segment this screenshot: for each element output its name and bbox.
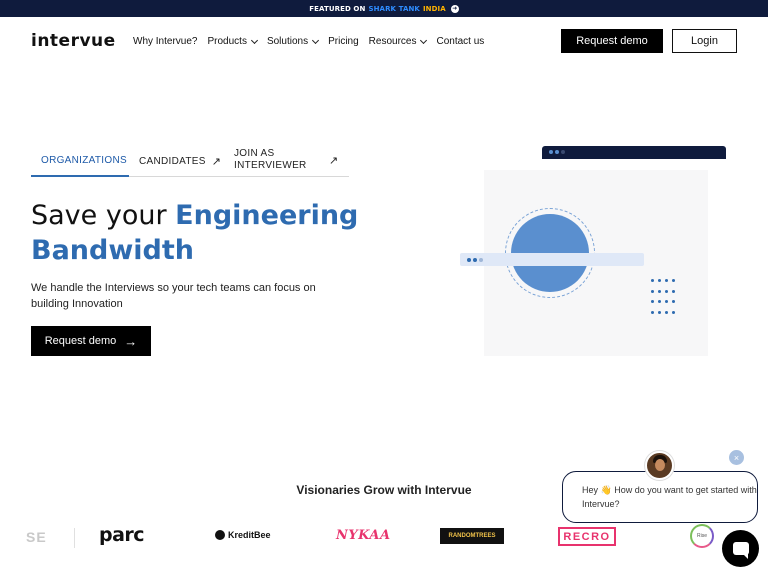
headline-accent-bandwidth: Bandwidth [31, 235, 195, 266]
dot-icon [658, 310, 661, 314]
client-logo-nykaa: NYKAA [336, 528, 391, 543]
active-tab-indicator [31, 175, 129, 177]
tab-organizations[interactable]: ORGANIZATIONS [41, 155, 127, 166]
window-dot-icon [467, 257, 471, 262]
nav-item-label: Resources [368, 36, 417, 47]
kreditbee-mark-icon [215, 530, 225, 540]
dot-icon [665, 289, 668, 293]
dot-icon [651, 279, 654, 282]
hero-subtext: We handle the Interviews so your tech te… [31, 282, 316, 310]
hero-cta-label: Request demo [44, 335, 117, 347]
nav-menu: Why Intervue? Products Solutions Pricing… [133, 36, 494, 47]
nav-item-why-intervue[interactable]: Why Intervue? [133, 36, 197, 47]
nav-item-label: Why Intervue? [133, 36, 198, 47]
illustration-bar [460, 253, 644, 266]
chevron-down-icon [312, 36, 320, 44]
tab-label: CANDIDATES [139, 156, 206, 167]
nav-item-products[interactable]: Products [207, 36, 258, 47]
window-dot-icon [549, 150, 553, 154]
window-dot-icon [473, 257, 477, 262]
window-dot-icon [555, 150, 559, 154]
avatar-face [655, 459, 665, 471]
external-link-icon: ↗ [329, 155, 339, 167]
chevron-down-icon [250, 36, 258, 44]
nav-item-solutions[interactable]: Solutions [266, 36, 320, 47]
illustration-window-bar [542, 146, 726, 159]
dot-icon [672, 289, 675, 293]
audience-tabs: ORGANIZATIONS CANDIDATES ↗ JOIN AS INTER… [31, 146, 349, 177]
banner-featured-text: FEATURED ON [309, 4, 366, 13]
arrow-right-icon: → [124, 333, 138, 349]
featured-banner[interactable]: FEATURED ON SHARK TANK INDIA ➜ [0, 0, 768, 17]
logo-divider [74, 528, 75, 548]
client-logo-rise: Rise [690, 524, 714, 548]
nav-item-label: Products [207, 36, 247, 47]
nav-item-label: Contact us [436, 36, 485, 47]
request-demo-button[interactable]: Request demo [561, 29, 663, 53]
dot-icon [658, 289, 661, 293]
hero-headline: Save your Engineering Bandwidth [31, 198, 361, 268]
client-logo-recro: RECRO [558, 527, 616, 546]
chat-bubble-icon [732, 542, 749, 559]
tab-candidates[interactable]: CANDIDATES ↗ [139, 155, 221, 168]
dot-icon [665, 279, 668, 282]
dot-icon [665, 300, 668, 303]
dot-icon [651, 300, 654, 303]
window-dot-icon [561, 150, 565, 154]
client-logo-se: SE [26, 529, 47, 545]
arrow-right-icon: ➜ [450, 4, 459, 13]
banner-shark-tank-text: SHARK TANK [368, 4, 420, 13]
dot-icon [651, 289, 654, 293]
nav-item-pricing[interactable]: Pricing [328, 36, 359, 47]
hero-request-demo-button[interactable]: Request demo → [31, 326, 151, 356]
chat-agent-avatar [645, 451, 674, 480]
tab-join-as-interviewer[interactable]: JOIN AS INTERVIEWER [234, 148, 314, 172]
client-logo-kreditbee: KreditBee [215, 530, 271, 540]
dot-icon [665, 310, 668, 314]
dot-icon [658, 300, 661, 303]
dot-icon [658, 279, 661, 282]
nav-item-label: Solutions [266, 36, 309, 47]
nav-item-resources[interactable]: Resources [368, 36, 428, 47]
nav-item-contact-us[interactable]: Contact us [436, 36, 484, 47]
banner-india-text: INDIA [422, 4, 446, 13]
chevron-down-icon [420, 36, 428, 44]
nav-item-label: Pricing [328, 36, 359, 47]
dot-icon [672, 300, 675, 303]
dot-icon [672, 310, 675, 314]
intervue-logo[interactable]: intervue [31, 31, 116, 51]
window-dot-icon [479, 257, 483, 262]
dot-icon [651, 310, 654, 314]
top-navigation: intervue Why Intervue? Products Solution… [0, 17, 768, 65]
login-button[interactable]: Login [672, 29, 737, 53]
illustration-dot-grid [651, 279, 681, 325]
client-logo-randomtrees: RANDOMTREES [440, 528, 504, 544]
external-link-icon: ↗ [211, 156, 222, 168]
chat-launcher-button[interactable] [722, 530, 759, 567]
chat-close-icon[interactable]: × [729, 450, 744, 465]
headline-accent-engineering: Engineering [175, 200, 359, 231]
headline-plain: Save your [31, 200, 176, 231]
client-logo-parc: parc [99, 524, 145, 546]
kreditbee-text: KreditBee [228, 530, 271, 540]
dot-icon [672, 279, 675, 282]
client-logos-strip: SE parc KreditBee NYKAA RANDOMTREES RECR… [0, 520, 768, 556]
